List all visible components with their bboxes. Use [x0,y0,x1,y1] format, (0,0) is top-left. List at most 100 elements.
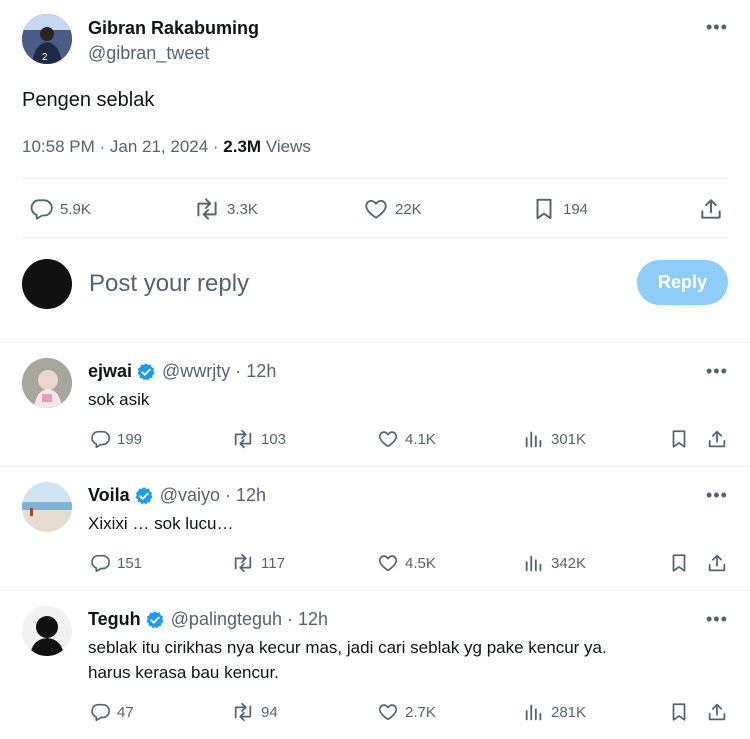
more-options-icon[interactable]: ••• [706,18,728,36]
bookmark-icon [672,554,686,572]
reply-text: sok asik [88,390,150,409]
more-options-icon[interactable]: ••• [706,486,728,504]
like-button[interactable]: 22K [363,196,422,222]
views-icon [525,431,542,448]
user-avatar[interactable] [22,259,72,309]
reply-icon [91,703,110,722]
reply-author-handle[interactable]: @palingteguh [171,609,282,630]
reply-author-handle[interactable]: @vaiyo [160,485,220,506]
avatar-jersey-number: 2 [42,52,48,63]
tweet-meta: 10:58 PM · Jan 21, 2024 · 2.3M Views [22,137,311,157]
reply-header: ejwai @wwrjty · 12h [88,361,276,382]
like-count: 22K [395,200,422,218]
bookmark-button[interactable] [668,552,690,574]
bookmark-icon [672,703,686,721]
verified-badge-icon [137,362,155,380]
views-button[interactable]: 301K [523,428,586,450]
reply-text: Xixixi … sok lucu… [88,514,234,533]
retweet-button[interactable]: 103 [231,428,286,450]
retweet-count: 117 [261,554,285,572]
like-button[interactable]: 4.1K [377,428,436,450]
like-count: 4.1K [405,430,436,448]
views-icon [525,555,542,572]
reply-input[interactable]: Post your reply [89,270,249,298]
reply-time[interactable]: 12h [298,609,328,630]
reply-avatar[interactable] [22,358,72,408]
divider [22,237,728,238]
author-name[interactable]: Gibran Rakabuming [88,18,259,39]
like-count: 4.5K [405,554,436,572]
views-count: 342K [551,554,587,572]
views-button[interactable]: 281K [523,701,586,723]
reply-header: Voila @vaiyo · 12h [88,485,266,506]
bookmark-icon [536,198,552,220]
like-button[interactable]: 4.5K [377,552,436,574]
separator-dot: · [230,361,247,381]
retweet-icon [234,702,252,722]
retweet-count: 3.3K [227,200,258,218]
like-icon [378,431,398,448]
retweet-button[interactable]: 3.3K [193,196,258,222]
reply-icon [91,430,110,449]
reply-author-name[interactable]: Voila [88,485,130,506]
reply-author-name[interactable]: Teguh [88,609,141,630]
reply-header: Teguh @palingteguh · 12h [88,609,328,630]
reply-avatar[interactable] [22,482,72,532]
more-options-icon[interactable]: ••• [706,610,728,628]
reply-count: 5.9K [60,200,91,218]
share-icon [701,199,721,219]
reply-button[interactable]: 5.9K [28,196,91,222]
share-button[interactable] [706,552,728,574]
retweet-icon [234,429,252,449]
views-count: 2.3M [223,137,262,156]
share-icon [708,703,726,721]
reply-author-name[interactable]: ejwai [88,361,132,382]
reply-count: 199 [117,430,143,448]
separator-dot: · [282,609,299,629]
reply-submit-button[interactable]: Reply [637,260,728,305]
tweet-timestamp[interactable]: 10:58 PM · Jan 21, 2024 · [22,137,223,156]
views-icon [525,704,542,721]
reply-count: 47 [117,703,134,721]
retweet-button[interactable]: 117 [231,552,285,574]
separator-dot: · [219,485,236,505]
like-icon [378,704,398,721]
reply-count: 151 [117,554,143,572]
reply-button[interactable]: 47 [89,701,134,723]
divider [0,590,750,591]
reply-time[interactable]: 12h [246,361,276,382]
bookmark-button[interactable]: 194 [531,196,588,222]
author-handle[interactable]: @gibran_tweet [88,43,209,64]
retweet-icon [197,198,217,220]
views-button[interactable]: 342K [523,552,586,574]
reply-time[interactable]: 12h [236,485,266,506]
reply-icon [30,199,53,220]
like-button[interactable]: 2.7K [377,701,436,723]
reply-author-handle[interactable]: @wwrjty [162,361,230,382]
tweet-text: Pengen seblak [22,89,155,111]
bookmark-button[interactable] [668,428,690,450]
bookmark-button[interactable] [668,701,690,723]
verified-badge-icon [146,610,164,628]
author-avatar[interactable]: 2 [22,14,72,64]
reply-avatar[interactable] [22,606,72,656]
verified-badge-icon [135,486,153,504]
views-label: Views [261,137,311,156]
share-button[interactable] [698,196,724,222]
share-icon [708,430,726,448]
reply-button[interactable]: 151 [89,552,142,574]
retweet-icon [234,553,252,573]
reply-text-line-1: seblak itu cirikhas nya kecur mas, jadi … [88,638,607,657]
share-button[interactable] [706,428,728,450]
divider [0,342,750,343]
retweet-button[interactable]: 94 [231,701,278,723]
divider [22,178,728,179]
views-count: 301K [551,430,587,448]
reply-icon [91,554,110,573]
share-button[interactable] [706,701,728,723]
like-count: 2.7K [405,703,436,721]
reply-button[interactable]: 199 [89,428,142,450]
divider [0,466,750,467]
more-options-icon[interactable]: ••• [706,362,728,380]
like-icon [378,555,398,572]
